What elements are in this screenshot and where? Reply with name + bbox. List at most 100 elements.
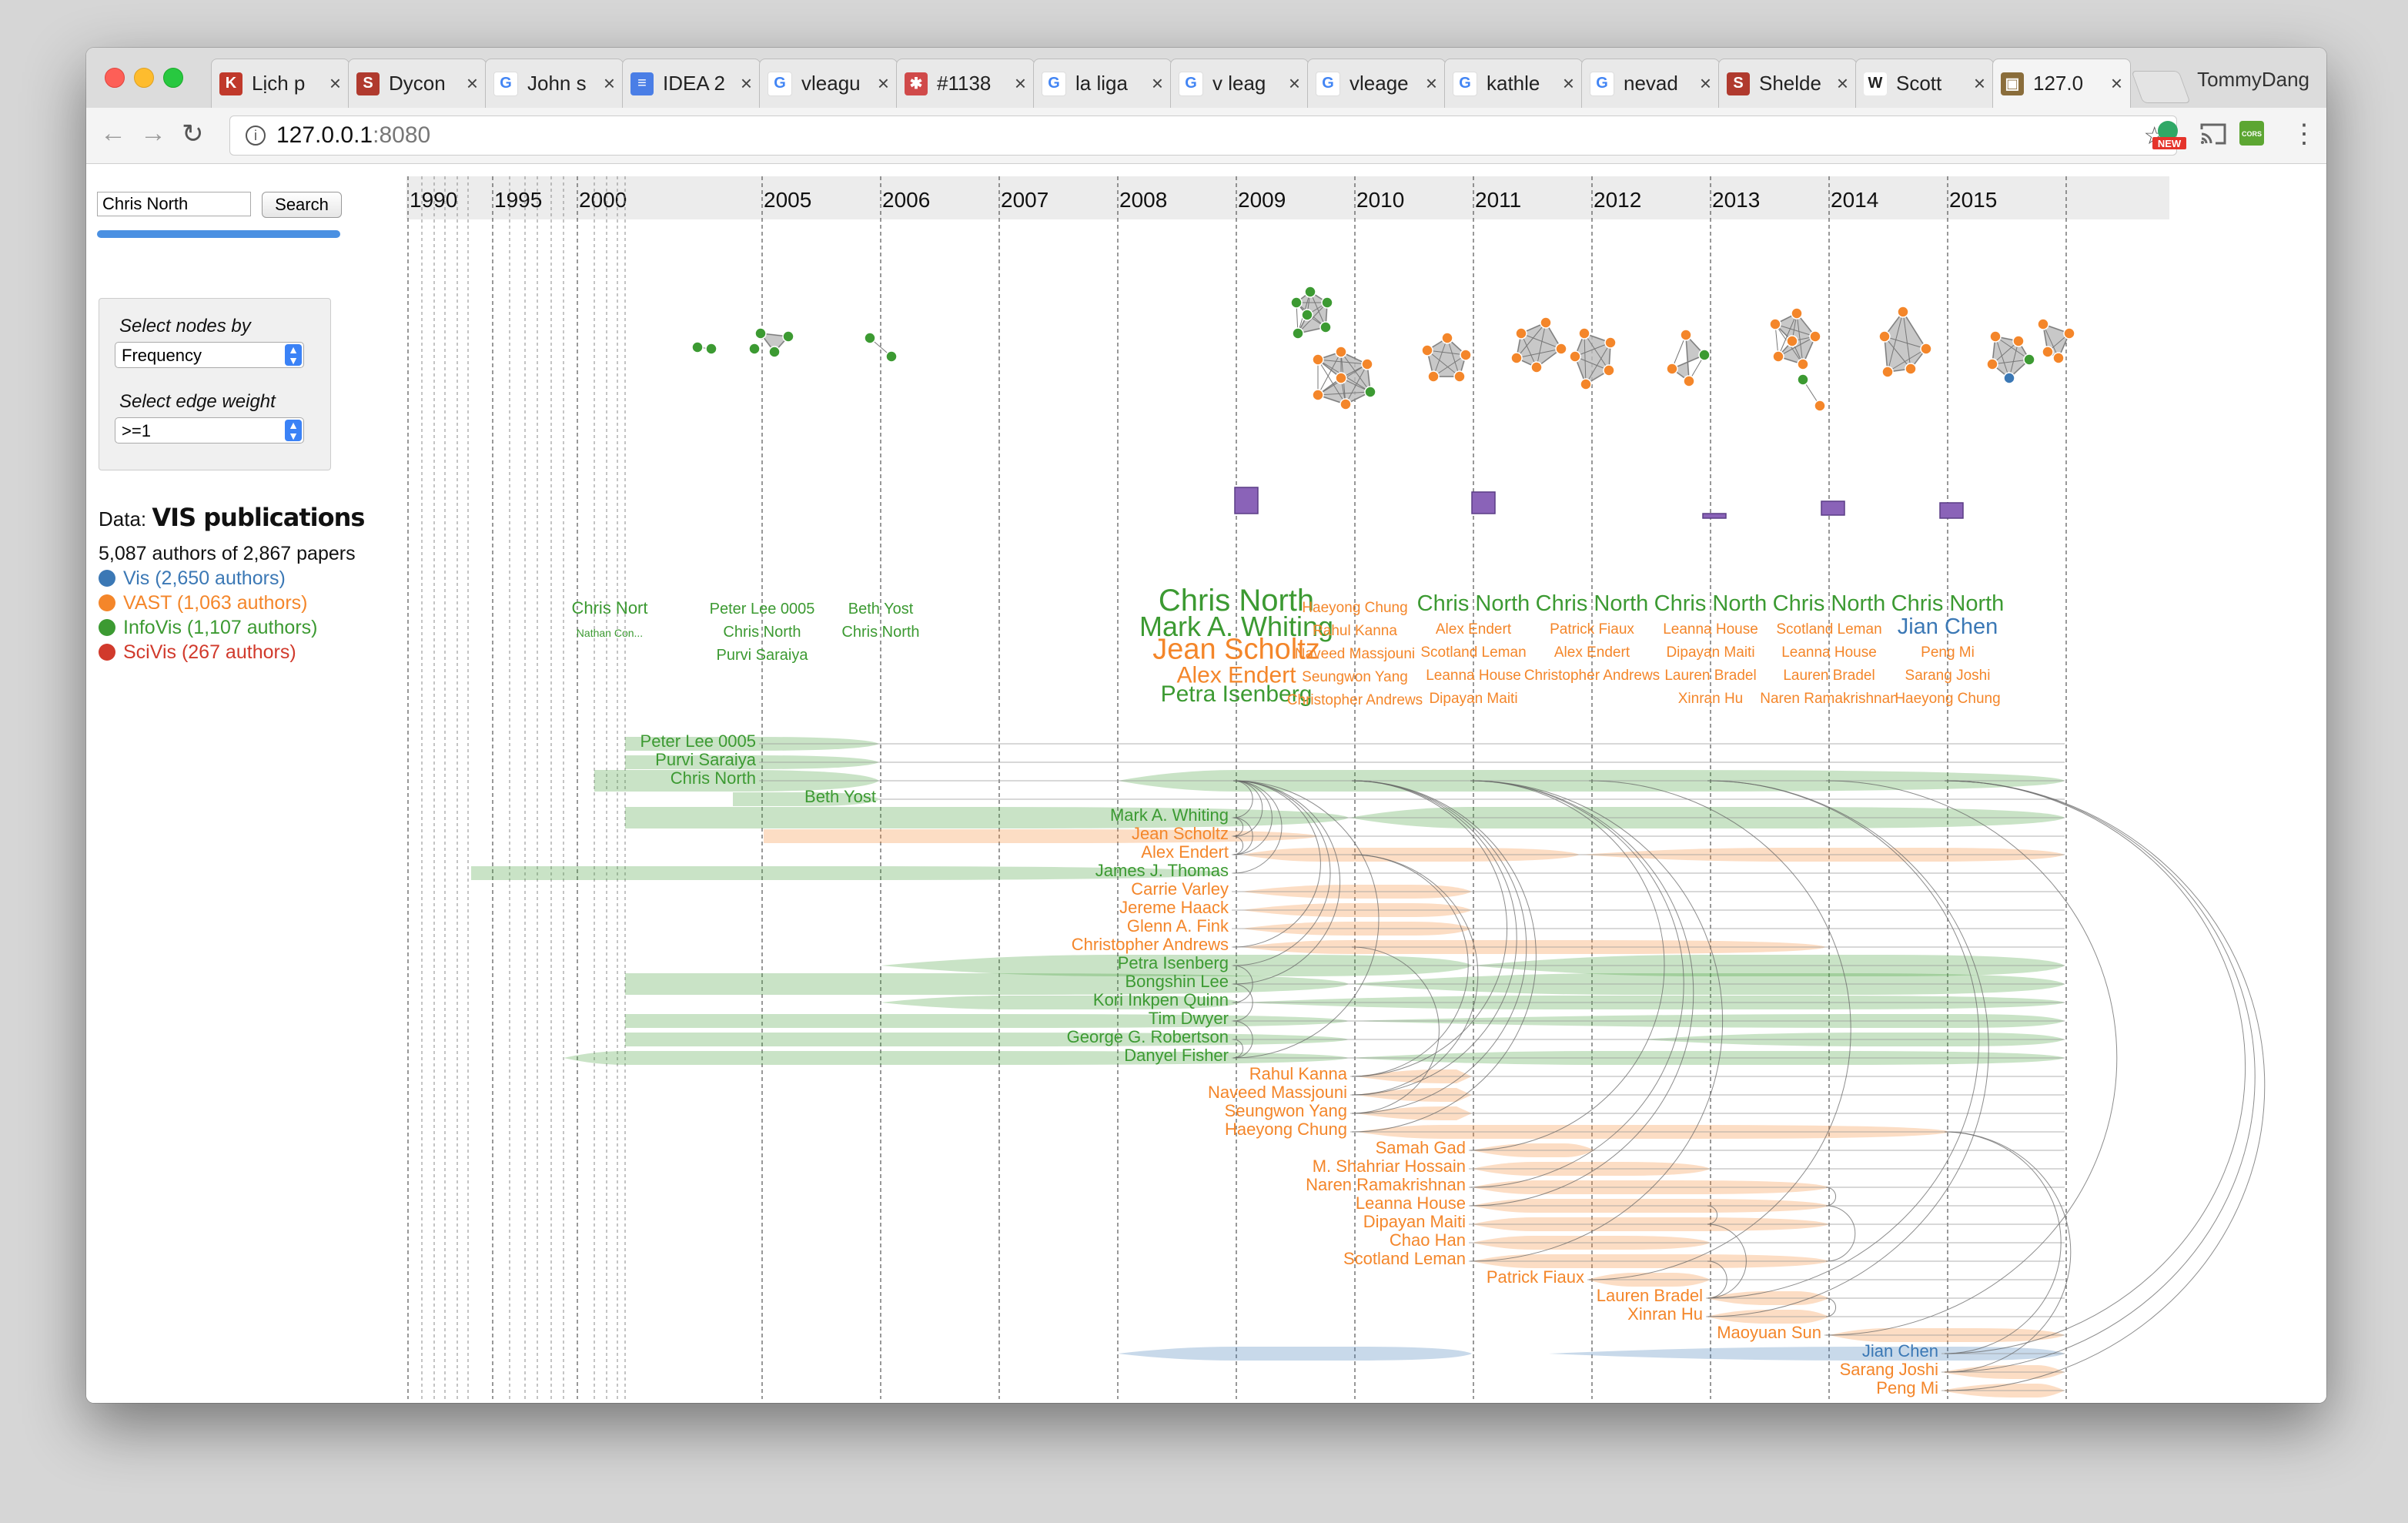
tab-2[interactable]: S Dycon ×	[348, 59, 487, 108]
tab-close-icon[interactable]: ×	[2111, 72, 2122, 95]
network-2013-node	[1897, 306, 1909, 318]
cluster-author-label: Christopher Andrews	[1524, 668, 1660, 684]
author-stream	[564, 1051, 1349, 1065]
tab-13[interactable]: W Scott ×	[1855, 59, 1994, 108]
tab-14[interactable]: ▣ 127.0 ×	[1992, 59, 2131, 108]
timeline-visualization[interactable]: 1990 1995 2000 2005 2006 2007 2008 2009 2010 2011…	[86, 164, 2326, 1403]
year-label: 2013	[1712, 188, 1760, 212]
author-label: Jian Chen	[1862, 1341, 1938, 1361]
network-2014-node	[1989, 330, 2002, 343]
cluster-author-label: Chris North	[1773, 591, 1886, 616]
author-label: Carrie Varley	[1131, 879, 1229, 899]
address-bar[interactable]: i 127.0.0.1:8080 ☆	[229, 115, 2177, 156]
profile-name[interactable]: TommyDang	[2197, 68, 2309, 92]
tab-12[interactable]: S Shelde ×	[1718, 59, 1857, 108]
cast-icon[interactable]	[2200, 123, 2226, 151]
year-label: 2000	[579, 188, 627, 212]
network-2011-node	[1698, 349, 1711, 361]
network-2014b-node	[2063, 327, 2075, 340]
year-label: 2008	[1119, 188, 1167, 212]
tab-title: la liga	[1075, 72, 1128, 95]
docs-icon: ≡	[630, 72, 654, 95]
tab-3[interactable]: G John s ×	[485, 59, 624, 108]
tab-close-icon[interactable]: ×	[604, 72, 615, 95]
network-2014-node	[2003, 372, 2015, 384]
network-2010a-node	[1555, 343, 1567, 355]
cluster-author-label: Chris North	[841, 624, 919, 641]
new-tab-button[interactable]	[2131, 71, 2191, 103]
network-2010b-node	[1580, 378, 1592, 390]
network-2014-node	[2023, 353, 2035, 366]
photo-icon: ▣	[2001, 72, 2024, 95]
cluster-author-label: Chris North	[1891, 591, 2005, 616]
author-label: Mark A. Whiting	[1110, 805, 1229, 825]
browser-toolbar: ← → ↻ i 127.0.0.1:8080 ☆ NEW CORS ⋮	[86, 108, 2326, 164]
site-info-icon[interactable]: i	[246, 126, 266, 146]
menu-kebab-icon[interactable]: ⋮	[2291, 119, 2317, 149]
tab-close-icon[interactable]: ×	[1700, 72, 1711, 95]
tab-title: Dycon	[389, 72, 446, 95]
tab-bar: K Lịch p × S Dycon × G John s × ≡ IDEA 2 × Gvleagu × ✱…	[86, 48, 2326, 109]
network-2008b-node	[1361, 358, 1373, 370]
tab-6[interactable]: ✱ #1138 ×	[896, 59, 1035, 108]
tab-title: 127.0	[2033, 72, 2084, 95]
tab-1[interactable]: K Lịch p ×	[211, 59, 349, 108]
close-window-button[interactable]	[105, 68, 125, 88]
tab-8[interactable]: Gv leag ×	[1170, 59, 1309, 108]
url-port: :8080	[373, 122, 431, 148]
tab-close-icon[interactable]: ×	[1289, 72, 1300, 95]
reload-icon[interactable]: ↻	[182, 119, 204, 149]
network-2008a-node	[1319, 321, 1332, 333]
cluster-author-label: Sarang Joshi	[1905, 668, 1991, 684]
author-label: Peter Lee 0005	[640, 731, 756, 751]
url-host: 127.0.0.1	[276, 122, 373, 148]
zoom-window-button[interactable]	[163, 68, 183, 88]
tab-9[interactable]: Gvleage ×	[1307, 59, 1446, 108]
cluster-author-label: Peter Lee 0005	[710, 601, 815, 618]
tab-close-icon[interactable]: ×	[467, 72, 478, 95]
tab-7[interactable]: Gla liga ×	[1033, 59, 1172, 108]
network-2014b-node	[2037, 318, 2049, 330]
slack-icon: ✱	[905, 72, 928, 95]
cors-extension-icon[interactable]: CORS	[2239, 120, 2265, 152]
cluster-author-label: Naren Ramakrishnan	[1760, 691, 1898, 707]
network-2012b-node	[1814, 400, 1826, 412]
author-label: Christopher Andrews	[1072, 935, 1229, 954]
network-2006-node	[885, 350, 898, 363]
tab-close-icon[interactable]: ×	[741, 72, 752, 95]
browser-window: K Lịch p × S Dycon × G John s × ≡ IDEA 2 × Gvleagu × ✱…	[86, 48, 2326, 1403]
tab-close-icon[interactable]: ×	[878, 72, 889, 95]
tab-close-icon[interactable]: ×	[329, 72, 341, 95]
cluster-author-label: Purvi Saraiya	[717, 647, 809, 664]
collaboration-arc	[1825, 1187, 1837, 1207]
forward-icon[interactable]: →	[140, 119, 166, 149]
tab-close-icon[interactable]: ×	[1974, 72, 1985, 95]
tab-close-icon[interactable]: ×	[1837, 72, 1848, 95]
tab-4[interactable]: ≡ IDEA 2 ×	[622, 59, 761, 108]
author-label: Seungwon Yang	[1225, 1101, 1347, 1120]
network-2010a-node	[1510, 352, 1523, 364]
minimize-window-button[interactable]	[134, 68, 154, 88]
tab-title: Scott	[1896, 72, 1942, 95]
network-2009-node	[1421, 344, 1433, 356]
tab-10[interactable]: Gkathle ×	[1444, 59, 1583, 108]
network-2010a-node	[1530, 361, 1543, 373]
tab-close-icon[interactable]: ×	[1426, 72, 1437, 95]
network-2008b-node	[1335, 346, 1347, 358]
tab-11[interactable]: Gnevad ×	[1581, 59, 1720, 108]
back-icon[interactable]: ←	[100, 119, 126, 149]
cluster-author-label: Xinran Hu	[1678, 691, 1744, 707]
author-label: Chao Han	[1390, 1230, 1466, 1250]
tab-close-icon[interactable]: ×	[1015, 72, 1026, 95]
tab-close-icon[interactable]: ×	[1152, 72, 1163, 95]
network-2005-node	[754, 327, 767, 340]
tab-5[interactable]: Gvleagu ×	[759, 59, 898, 108]
network-2013-node	[1878, 330, 1891, 343]
tab-close-icon[interactable]: ×	[1563, 72, 1574, 95]
author-label: George G. Robertson	[1067, 1027, 1229, 1046]
cluster-author-label: Naveed Massjouni	[1295, 646, 1415, 662]
network-2012b-node	[1797, 373, 1809, 386]
author-label: Chris North	[671, 768, 756, 788]
extension-new-icon[interactable]: NEW	[2152, 119, 2186, 159]
author-label: Petra Isenberg	[1118, 953, 1229, 972]
